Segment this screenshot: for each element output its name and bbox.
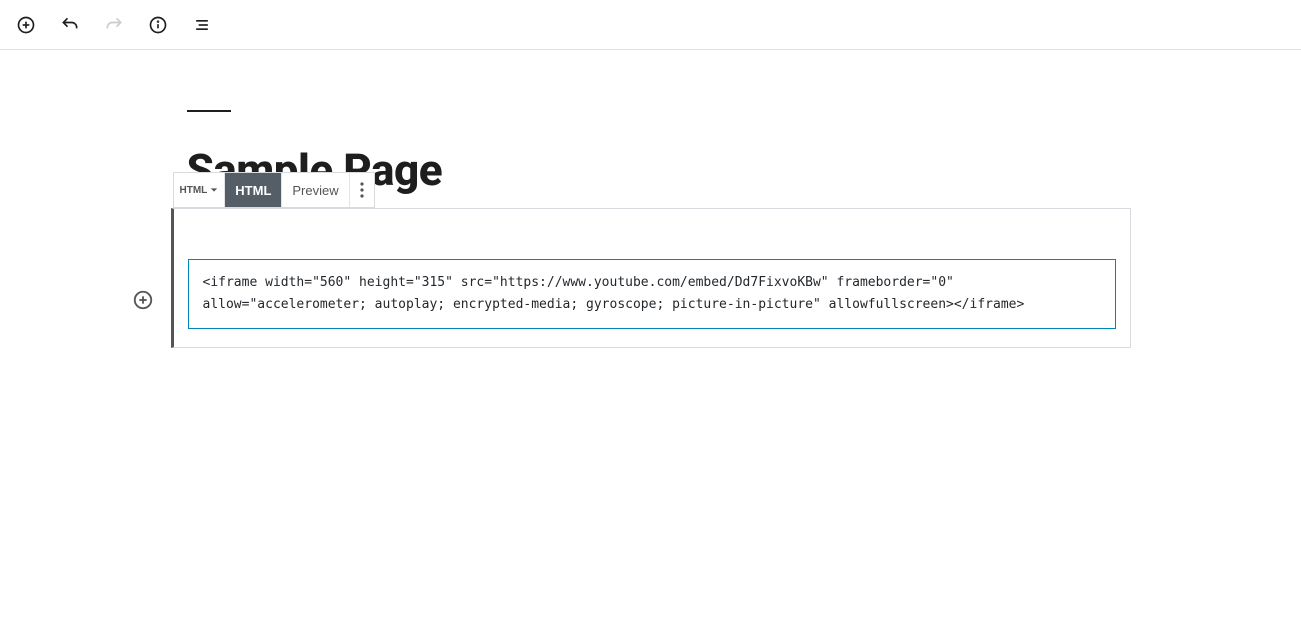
- block-body: [174, 245, 1130, 347]
- outline-button[interactable]: [184, 7, 220, 43]
- info-button[interactable]: [140, 7, 176, 43]
- more-vertical-icon: [360, 182, 364, 198]
- editor-top-toolbar: [0, 0, 1301, 50]
- html-block: HTML HTML Preview: [171, 208, 1131, 348]
- block-more-options[interactable]: [350, 173, 374, 207]
- info-icon: [148, 15, 168, 35]
- tab-preview[interactable]: Preview: [282, 173, 349, 207]
- redo-icon: [104, 15, 124, 35]
- undo-icon: [60, 15, 80, 35]
- plus-circle-icon: [16, 15, 36, 35]
- outline-icon: [192, 15, 212, 35]
- add-block-inserter[interactable]: [129, 286, 157, 314]
- block-type-switcher[interactable]: HTML: [174, 173, 226, 207]
- chevron-down-icon: [210, 186, 218, 194]
- redo-button[interactable]: [96, 7, 132, 43]
- html-code-textarea[interactable]: [188, 259, 1116, 329]
- plus-circle-icon: [132, 289, 154, 311]
- tab-html[interactable]: HTML: [225, 173, 282, 207]
- add-block-button[interactable]: [8, 7, 44, 43]
- title-divider: [187, 110, 231, 112]
- undo-button[interactable]: [52, 7, 88, 43]
- block-toolbar: HTML HTML Preview: [173, 172, 375, 208]
- block-type-label: HTML: [180, 185, 208, 196]
- editor-canvas: Sample Page HTML HTML Preview: [0, 50, 1301, 348]
- content-area: Sample Page HTML HTML Preview: [171, 110, 1131, 348]
